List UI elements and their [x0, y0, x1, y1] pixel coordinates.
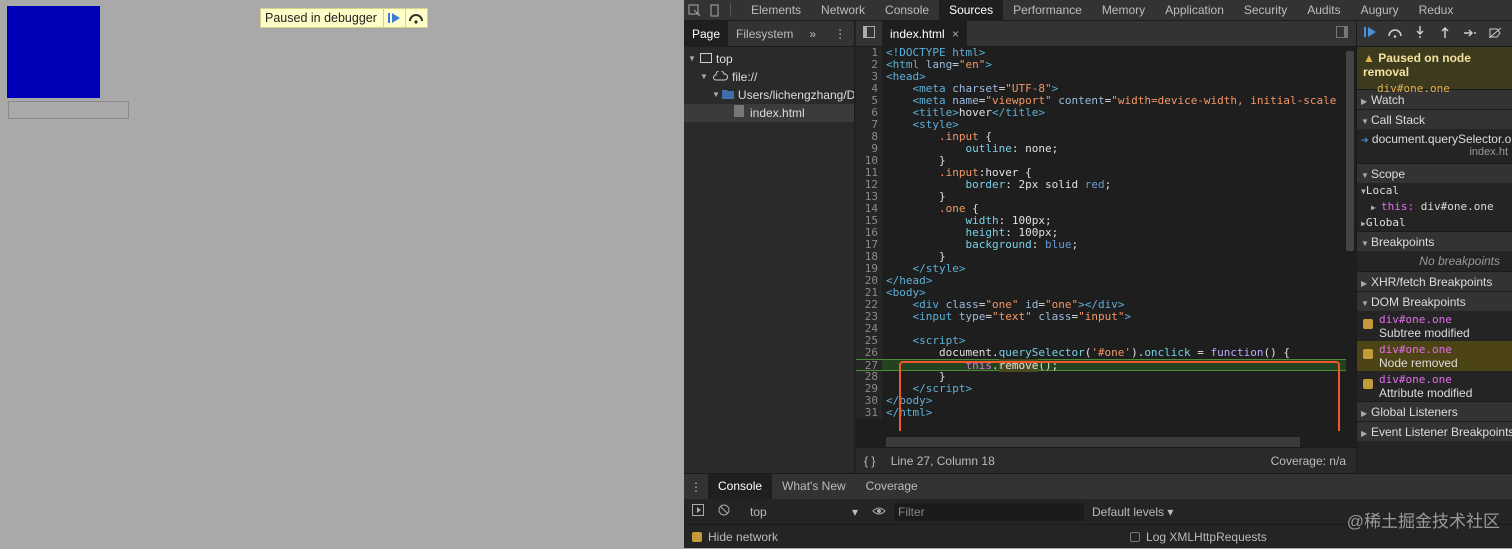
checkbox-checked[interactable] — [1363, 319, 1373, 329]
paused-overlay-text: Paused in debugger — [265, 11, 377, 25]
editor-tab-index-html[interactable]: index.html × — [882, 20, 968, 47]
log-levels-dropdown[interactable]: Default levels ▾ — [1092, 505, 1173, 519]
cursor-position: Line 27, Column 18 — [890, 454, 995, 468]
section-event-listener-breakpoints[interactable]: ▶ Event Listener Breakpoints — [1357, 421, 1512, 441]
more-tabs-icon[interactable]: » — [809, 27, 816, 41]
devtools-panel: Elements Network Console Sources Perform… — [684, 0, 1512, 548]
no-breakpoints-text: No breakpoints — [1419, 254, 1500, 268]
cloud-icon — [712, 68, 729, 86]
drawer-tab-coverage[interactable]: Coverage — [856, 474, 928, 499]
inspected-page-viewport: Paused in debugger — [0, 0, 684, 548]
log-xhr-label: Log XMLHttpRequests — [1146, 530, 1267, 544]
tab-network[interactable]: Network — [811, 0, 875, 21]
deactivate-breakpoints-icon[interactable] — [1482, 27, 1507, 41]
step-over-icon[interactable] — [1382, 27, 1407, 41]
tab-sources[interactable]: Sources — [939, 0, 1004, 21]
devtools-main-toolbar: Elements Network Console Sources Perform… — [684, 0, 1512, 21]
close-tab-icon[interactable]: × — [952, 27, 959, 41]
tree-item-index-html[interactable]: index.html — [684, 104, 854, 122]
inspect-element-icon[interactable] — [684, 0, 704, 20]
debugger-sidebar: ▲ Paused on node removal div#one.one ▶ Wa… — [1357, 21, 1512, 473]
paused-in-debugger-overlay: Paused in debugger — [260, 8, 428, 28]
code-view[interactable]: 1 <!DOCTYPE html> 2 <html lang="en"> 3 <hea… — [856, 47, 1346, 431]
vertical-scrollbar[interactable] — [1346, 51, 1354, 251]
hide-network-checkbox[interactable] — [692, 532, 702, 542]
tree-item-folder[interactable]: ▼ Users/lichengzhang/Do — [684, 86, 854, 104]
tab-augury[interactable]: Augury — [1351, 0, 1409, 21]
horizontal-scrollbar[interactable] — [886, 437, 1300, 447]
scope-local[interactable]: ▼Local — [1357, 183, 1512, 199]
source-editor: index.html × 1 <!DOCTYPE html> 2 <html lan… — [856, 20, 1357, 473]
navigator-menu-icon[interactable]: ⋮ — [834, 27, 846, 41]
call-frame[interactable]: ➔ document.querySelector.on index.ht — [1357, 129, 1512, 163]
scope-global[interactable]: ▶Global — [1357, 215, 1512, 231]
watermark: @稀土掘金技术社区 — [1346, 512, 1500, 531]
expand-triangle-icon: ▼ — [712, 90, 720, 99]
resume-icon[interactable] — [1357, 26, 1382, 41]
tab-elements[interactable]: Elements — [741, 0, 811, 21]
pretty-print-icon[interactable]: { } — [864, 454, 875, 468]
section-dom-breakpoints[interactable]: ▼ DOM Breakpoints — [1357, 291, 1512, 311]
tab-console[interactable]: Console — [875, 0, 939, 21]
dom-breakpoint-subtree[interactable]: div#one.one Subtree modified — [1357, 311, 1512, 341]
tree-item-top[interactable]: ▼ top — [684, 50, 854, 68]
context-selector[interactable]: top ▾ — [736, 505, 864, 519]
console-filter-input[interactable]: Filter — [894, 502, 1084, 521]
coverage-status: Coverage: n/a — [1270, 454, 1346, 468]
tab-audits[interactable]: Audits — [1297, 0, 1350, 21]
toggle-navigator-icon[interactable] — [856, 26, 882, 41]
expand-triangle-icon: ▼ — [688, 54, 696, 63]
dom-breakpoint-node-removed[interactable]: div#one.one Node removed — [1357, 341, 1512, 371]
current-frame-arrow-icon: ➔ — [1361, 135, 1369, 145]
checkbox-checked[interactable] — [1363, 349, 1373, 359]
drawer-tab-whats-new[interactable]: What's New — [772, 474, 856, 499]
console-drawer: ⋮ Console What's New Coverage top ▾ Filte… — [684, 473, 1512, 548]
step-over-icon[interactable] — [404, 9, 427, 27]
clear-console-icon[interactable] — [712, 504, 736, 519]
navigator-tab-filesystem[interactable]: Filesystem — [728, 21, 801, 47]
navigator-tab-page[interactable]: Page — [684, 20, 729, 47]
warning-icon: ▲ — [1363, 51, 1375, 65]
dom-breakpoint-attribute[interactable]: div#one.one Attribute modified — [1357, 371, 1512, 401]
tab-redux[interactable]: Redux — [1409, 0, 1464, 21]
step-icon[interactable] — [1457, 27, 1482, 41]
section-scope[interactable]: ▼ Scope — [1357, 163, 1512, 183]
section-xhr-breakpoints[interactable]: ▶ XHR/fetch Breakpoints — [1357, 271, 1512, 291]
tree-item-origin[interactable]: ▼ file:// — [684, 68, 854, 86]
blue-div-one[interactable] — [7, 6, 100, 98]
console-sidebar-icon[interactable] — [684, 504, 712, 519]
tab-security[interactable]: Security — [1234, 0, 1297, 21]
section-call-stack[interactable]: ▼ Call Stack — [1357, 109, 1512, 129]
step-out-icon[interactable] — [1432, 26, 1457, 41]
tab-performance[interactable]: Performance — [1003, 0, 1092, 21]
resume-icon[interactable] — [382, 9, 405, 27]
pause-reason-message: ▲ Paused on node removal div#one.one — [1357, 47, 1512, 95]
log-xhr-checkbox[interactable] — [1130, 532, 1141, 542]
folder-icon — [721, 86, 734, 104]
page-text-input[interactable] — [8, 101, 129, 119]
frame-icon — [700, 50, 712, 68]
dropdown-arrow-icon: ▾ — [851, 504, 858, 519]
tab-memory[interactable]: Memory — [1092, 0, 1155, 21]
live-expression-eye-icon[interactable] — [864, 505, 894, 519]
annotation-highlight-box — [899, 361, 1340, 431]
section-breakpoints[interactable]: ▼ Breakpoints — [1357, 231, 1512, 251]
tab-application[interactable]: Application — [1155, 0, 1234, 21]
expand-triangle-icon: ▼ — [700, 72, 708, 81]
editor-status-bar: { } Line 27, Column 18 Coverage: n/a — [856, 447, 1356, 473]
scope-this[interactable]: ▶ this: div#one.one — [1357, 199, 1512, 215]
drawer-tab-console[interactable]: Console — [708, 474, 773, 499]
hide-network-label: Hide network — [708, 530, 779, 544]
debugger-toolbar — [1357, 21, 1512, 47]
drawer-menu-icon[interactable]: ⋮ — [684, 480, 708, 494]
sources-navigator: Page Filesystem » ⋮ ▼ top ▼ file:// ▼ Us… — [684, 20, 855, 473]
section-global-listeners[interactable]: ▶ Global Listeners — [1357, 401, 1512, 421]
file-icon — [734, 104, 744, 122]
checkbox-checked[interactable] — [1363, 379, 1373, 389]
step-into-icon[interactable] — [1407, 26, 1432, 41]
device-toolbar-icon[interactable] — [704, 0, 724, 20]
toggle-debugger-sidebar-icon[interactable] — [1336, 26, 1348, 41]
